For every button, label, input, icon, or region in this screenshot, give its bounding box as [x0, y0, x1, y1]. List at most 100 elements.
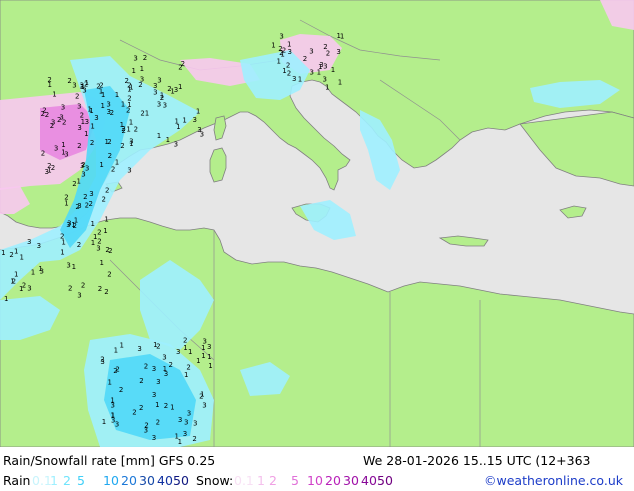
cell-value-17: 3 — [94, 114, 98, 122]
cell-value-140: 1 — [176, 123, 180, 131]
cell-value-235: 3 — [152, 434, 156, 442]
cell-value-189: 1 — [170, 403, 174, 411]
cell-value-220: 3 — [202, 402, 206, 410]
cell-value-50: 3 — [72, 82, 76, 90]
cell-value-249: 1 — [19, 285, 23, 293]
credit-link[interactable]: ©weatheronline.co.uk — [484, 471, 623, 491]
cell-value-237: 1 — [207, 353, 211, 361]
cell-value-159: 1 — [277, 58, 281, 66]
cell-value-201: 3 — [152, 391, 156, 399]
cell-value-239: 3 — [152, 365, 156, 373]
cell-value-98: 3 — [67, 219, 71, 227]
cell-value-180: 2 — [282, 46, 286, 54]
cell-value-70: 2 — [75, 92, 79, 100]
cell-value-124: 1 — [132, 67, 136, 75]
cell-value-7: 1 — [90, 123, 94, 131]
cell-value-242: 1 — [20, 254, 24, 262]
cell-value-44: 1 — [52, 91, 56, 99]
cell-value-46: 2 — [50, 122, 54, 130]
rain-tick-4: 5 — [77, 473, 85, 488]
cell-value-87: 1 — [64, 199, 68, 207]
cell-value-240: 1 — [183, 344, 187, 352]
cell-value-22: 3 — [85, 118, 89, 126]
cell-value-234: 2 — [119, 386, 123, 394]
cell-value-139: 2 — [121, 125, 125, 133]
cell-value-212: 1 — [196, 357, 200, 365]
cell-value-11: 1 — [101, 102, 105, 110]
cell-value-26: 3 — [127, 167, 131, 175]
cell-value-91: 1 — [100, 259, 104, 267]
cell-value-169: 1 — [337, 32, 341, 40]
cell-value-151: 2 — [287, 70, 291, 78]
cell-value-131: 1 — [157, 132, 161, 140]
rain-tick-1: 0.1 — [32, 473, 52, 488]
cell-value-92: 3 — [89, 190, 93, 198]
snow-tick-3: 2 — [269, 473, 277, 488]
map-title: Rain/Snowfall rate [mm] GFS 0.25 — [3, 453, 216, 468]
cell-value-224: 1 — [163, 365, 167, 373]
cell-value-118: 1 — [196, 108, 200, 116]
cell-value-37: 1 — [99, 161, 103, 169]
cell-value-243: 1 — [31, 269, 35, 277]
cell-value-170: 3 — [292, 75, 296, 83]
cell-value-233: 2 — [169, 361, 173, 369]
cell-value-176: 1 — [325, 84, 329, 92]
cell-value-93: 2 — [108, 247, 112, 255]
cell-value-191: 2 — [139, 404, 143, 412]
cell-value-168: 3 — [288, 48, 292, 56]
cell-value-141: 3 — [197, 126, 201, 134]
cell-value-101: 1 — [104, 215, 108, 223]
cell-value-190: 3 — [187, 410, 191, 418]
rain-tick-9: 50 — [173, 473, 189, 488]
cell-value-228: 2 — [156, 419, 160, 427]
cell-value-256: 1 — [14, 248, 18, 256]
cell-value-153: 3 — [279, 33, 283, 41]
cell-value-214: 1 — [108, 378, 112, 386]
cell-value-211: 2 — [139, 377, 143, 385]
cell-value-254: 1 — [14, 271, 18, 279]
cell-value-97: 1 — [91, 220, 95, 228]
cell-value-227: 3 — [176, 348, 180, 356]
cell-value-96: 2 — [97, 237, 101, 245]
cell-value-138: 2 — [160, 94, 164, 102]
cell-value-251: 3 — [37, 242, 41, 250]
cell-value-186: 1 — [155, 401, 159, 409]
cell-value-209: 2 — [144, 363, 148, 371]
cell-value-135: 2 — [181, 60, 185, 68]
cell-value-200: 3 — [193, 420, 197, 428]
cell-value-218: 3 — [184, 418, 188, 426]
cell-value-105: 2 — [83, 193, 87, 201]
cell-value-48: 3 — [107, 108, 111, 116]
cell-value-166: 1 — [282, 67, 286, 75]
cell-value-36: 3 — [54, 145, 58, 153]
cell-value-253: 3 — [27, 285, 31, 293]
snow-tick-9: 50 — [377, 473, 393, 488]
cell-value-107: 2 — [89, 200, 93, 208]
cell-value-113: 3 — [133, 54, 137, 62]
snow-tick-5: 10 — [307, 473, 323, 488]
cell-value-25: 3 — [64, 151, 68, 159]
cell-value-181: 3 — [137, 345, 141, 353]
legend-row-title: Rain/Snowfall rate [mm] GFS 0.25 We 28-0… — [0, 451, 634, 471]
cell-value-129: 3 — [157, 77, 161, 85]
snow-tick-7: 30 — [343, 473, 359, 488]
cell-value-29: 3 — [59, 113, 63, 121]
cell-value-90: 2 — [68, 284, 72, 292]
cell-value-238: 1 — [102, 418, 106, 426]
cell-value-62: 2 — [90, 139, 94, 147]
cell-value-51: 1 — [48, 81, 52, 89]
cell-value-53: 2 — [80, 112, 84, 120]
cell-value-68: 1 — [88, 106, 92, 114]
rain-tick-2: 1 — [50, 473, 58, 488]
cell-value-88: 3 — [96, 245, 100, 253]
snow-tick-1: 0.1 — [234, 473, 254, 488]
cell-value-136: 2 — [143, 54, 147, 62]
cell-value-99: 2 — [98, 285, 102, 293]
cell-value-145: 2 — [134, 126, 138, 134]
cell-value-57: 3 — [81, 171, 85, 179]
cell-value-47: 2 — [41, 150, 45, 158]
cell-value-1: 1 — [84, 130, 88, 138]
cell-value-179: 1 — [287, 41, 291, 49]
cell-value-174: 3 — [323, 75, 327, 83]
cell-value-81: 3 — [66, 261, 70, 269]
